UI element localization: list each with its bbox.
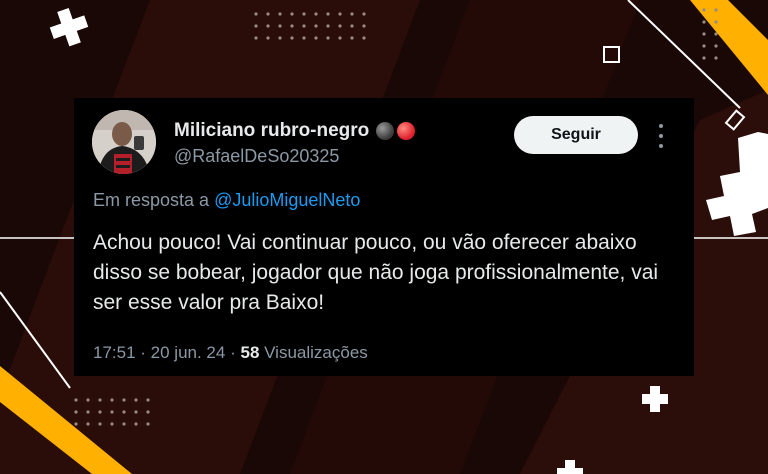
views-count: 58 (240, 343, 260, 362)
tweet-meta: 17:51 · 20 jun. 24 · 58 Visualizações (93, 343, 368, 363)
black-circle-icon (376, 122, 395, 140)
avatar[interactable] (92, 110, 156, 174)
tweet-card: Miliciano rubro-negro @RafaelDeSo20325 S… (74, 98, 694, 376)
avatar-image (92, 110, 156, 174)
display-name-text: Miliciano rubro-negro (174, 120, 370, 141)
separator: · (140, 343, 151, 362)
separator: · (230, 343, 241, 362)
post-date[interactable]: 20 jun. 24 (151, 343, 226, 362)
user-handle[interactable]: @RafaelDeSo20325 (174, 146, 339, 167)
red-circle-icon (397, 122, 416, 140)
views-label: Visualizações (264, 343, 368, 362)
post-time[interactable]: 17:51 (93, 343, 136, 362)
reply-context: Em resposta a @JulioMiguelNeto (93, 190, 360, 211)
display-name[interactable]: Miliciano rubro-negro (174, 120, 416, 142)
reply-prefix: Em resposta a (93, 190, 210, 210)
follow-button[interactable]: Seguir (514, 116, 638, 154)
tweet-text: Achou pouco! Vai continuar pouco, ou vão… (93, 231, 659, 314)
more-options-icon[interactable] (654, 124, 668, 148)
badges (376, 122, 416, 140)
square-outline-icon (603, 46, 620, 63)
reply-to-link[interactable]: @JulioMiguelNeto (214, 190, 360, 210)
